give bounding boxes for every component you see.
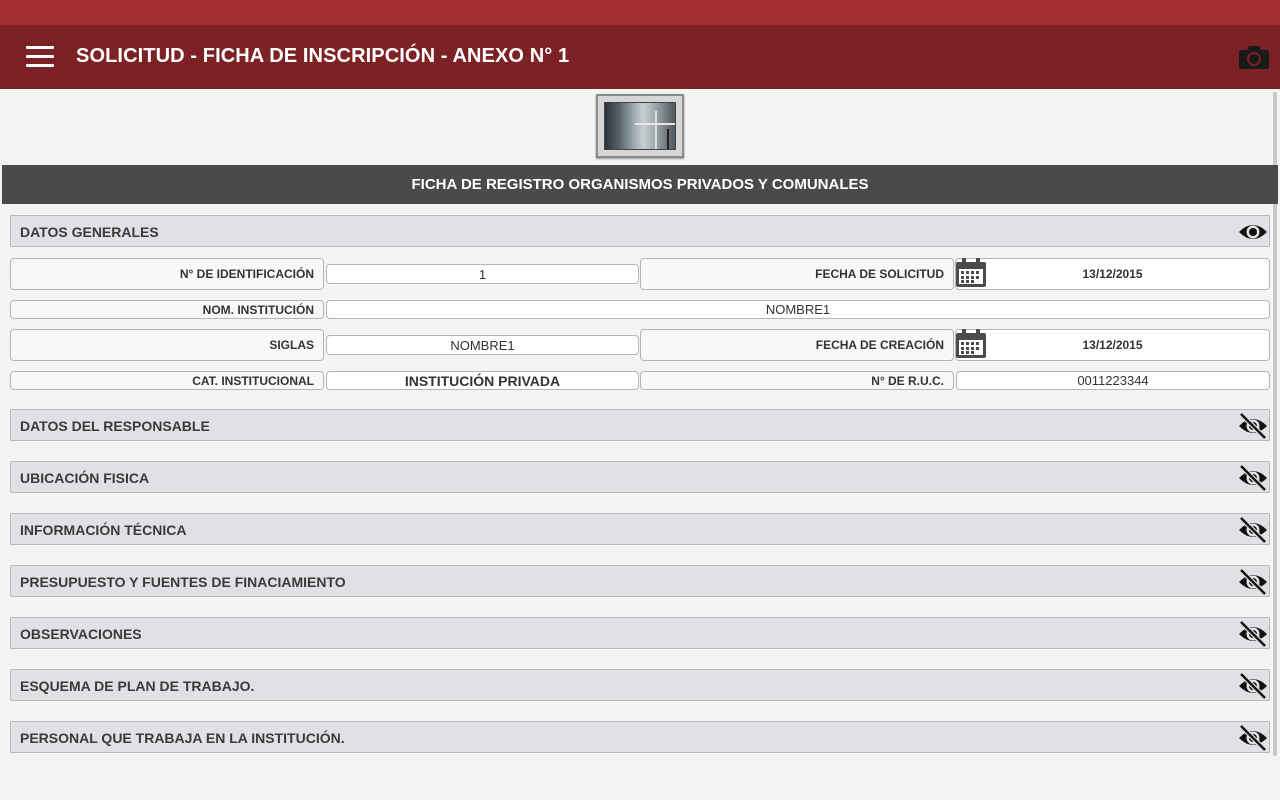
app-toolbar: SOLICITUD - FICHA DE INSCRIPCIÓN - ANEXO… — [0, 25, 1280, 89]
fecha-creacion-value: 13/12/2015 — [1082, 338, 1143, 352]
section-title: DATOS GENERALES — [20, 224, 159, 240]
section-presupuesto[interactable]: PRESUPUESTO Y FUENTES DE FINACIAMIENTO — [10, 565, 1270, 597]
institucion-label: NOM. INSTITUCIÓN — [10, 300, 324, 319]
menu-icon[interactable] — [26, 46, 54, 68]
section-title: PRESUPUESTO Y FUENTES DE FINACIAMIENTO — [20, 574, 346, 590]
section-title: UBICACIÓN FISICA — [20, 470, 150, 486]
section-informacion-tecnica[interactable]: INFORMACIÓN TÉCNICA — [10, 513, 1270, 545]
camera-icon[interactable] — [1238, 44, 1270, 70]
section-esquema-plan[interactable]: ESQUEMA DE PLAN DE TRABAJO. — [10, 669, 1270, 701]
section-datos-generales[interactable]: DATOS GENERALES — [10, 215, 1270, 247]
eye-off-icon[interactable] — [1237, 619, 1269, 649]
photo-thumbnail[interactable] — [596, 94, 684, 158]
eye-off-icon[interactable] — [1237, 463, 1269, 493]
page-title: SOLICITUD - FICHA DE INSCRIPCIÓN - ANEXO… — [76, 45, 570, 67]
section-title: INFORMACIÓN TÉCNICA — [20, 522, 187, 538]
eye-icon[interactable] — [1237, 217, 1269, 247]
section-ubicacion-fisica[interactable]: UBICACIÓN FISICA — [10, 461, 1270, 493]
section-title: ESQUEMA DE PLAN DE TRABAJO. — [20, 678, 255, 694]
siglas-field[interactable]: NOMBRE1 — [326, 335, 639, 355]
siglas-label: SIGLAS — [10, 329, 324, 361]
section-title: DATOS DEL RESPONSABLE — [20, 418, 210, 434]
section-personal[interactable]: PERSONAL QUE TRABAJA EN LA INSTITUCIÓN. — [10, 721, 1270, 753]
categoria-select[interactable]: INSTITUCIÓN PRIVADA — [326, 371, 639, 390]
eye-off-icon[interactable] — [1237, 671, 1269, 701]
section-observaciones[interactable]: OBSERVACIONES — [10, 617, 1270, 649]
eye-off-icon[interactable] — [1237, 723, 1269, 753]
identificacion-label: N° DE IDENTIFICACIÓN — [10, 258, 324, 290]
ruc-label: N° DE R.U.C. — [640, 371, 954, 390]
eye-off-icon[interactable] — [1237, 515, 1269, 545]
calendar-icon[interactable] — [955, 258, 987, 288]
fecha-solicitud-value: 13/12/2015 — [1082, 267, 1143, 281]
form-header: FICHA DE REGISTRO ORGANISMOS PRIVADOS Y … — [2, 165, 1278, 204]
institucion-field[interactable]: NOMBRE1 — [326, 300, 1270, 319]
identificacion-field[interactable]: 1 — [326, 264, 639, 284]
calendar-icon[interactable] — [955, 329, 987, 359]
ruc-field[interactable]: 0011223344 — [956, 371, 1270, 390]
eye-off-icon[interactable] — [1237, 567, 1269, 597]
status-bar — [0, 0, 1280, 25]
section-title: OBSERVACIONES — [20, 626, 142, 642]
eye-off-icon[interactable] — [1237, 411, 1269, 441]
fecha-creacion-label: FECHA DE CREACIÓN — [640, 329, 954, 361]
section-datos-responsable[interactable]: DATOS DEL RESPONSABLE — [10, 409, 1270, 441]
fecha-solicitud-label: FECHA DE SOLICITUD — [640, 258, 954, 290]
fecha-creacion-field[interactable]: 13/12/2015 — [955, 329, 1270, 361]
categoria-label: CAT. INSTITUCIONAL — [10, 371, 324, 390]
fecha-solicitud-field[interactable]: 13/12/2015 — [955, 258, 1270, 290]
section-title: PERSONAL QUE TRABAJA EN LA INSTITUCIÓN. — [20, 730, 345, 746]
